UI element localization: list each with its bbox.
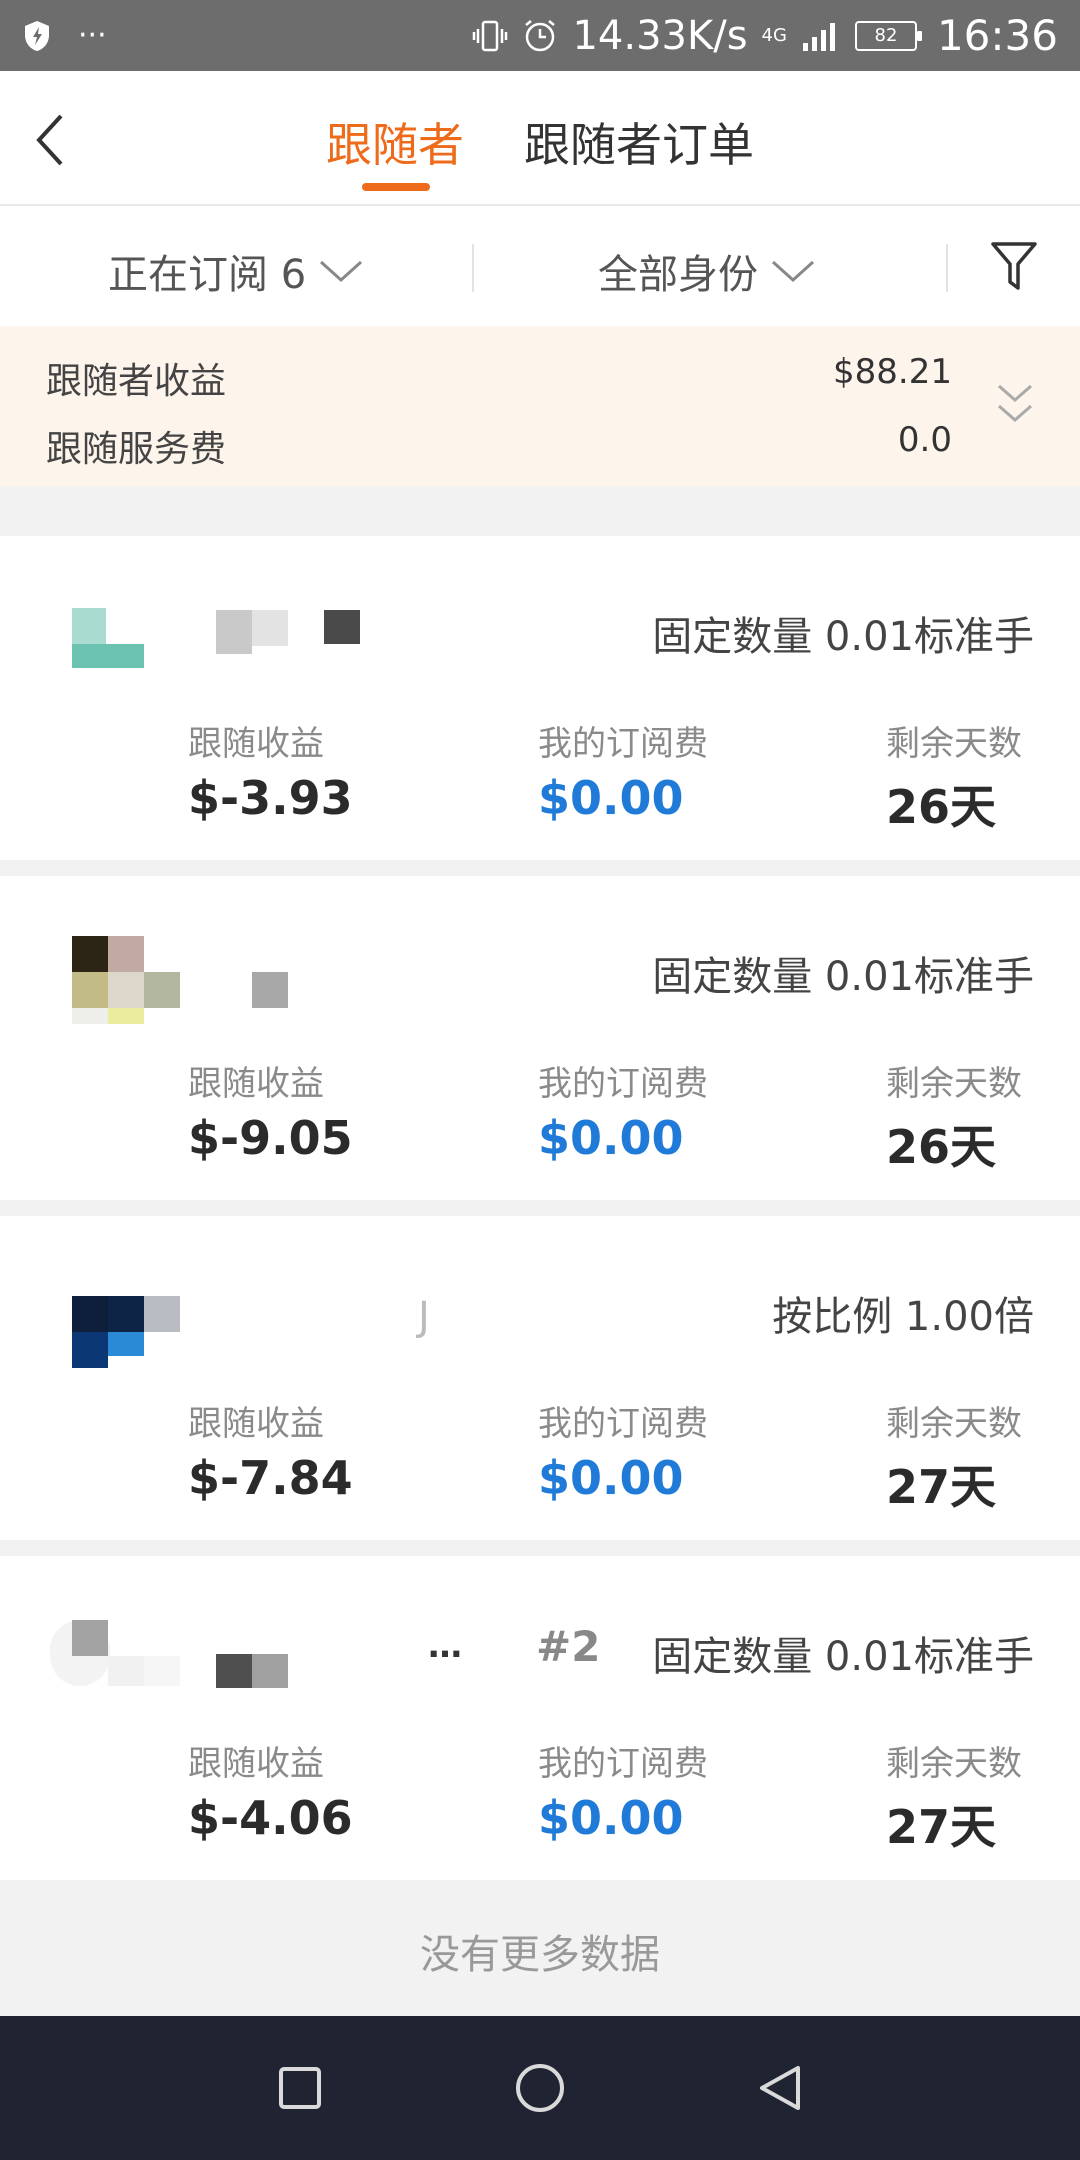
follow-earnings-value: $-4.06 <box>188 1791 353 1845</box>
days-left-value: 27天 <box>886 1800 997 1854</box>
follower-earnings-value: $88.21 <box>833 352 952 392</box>
days-left-label: 剩余天数 <box>886 1404 1022 1444</box>
active-tab-indicator <box>362 183 430 191</box>
subscription-filter[interactable]: 正在订阅 6 <box>108 242 364 300</box>
vibrate-icon <box>473 20 508 51</box>
tab-followers[interactable]: 跟随者 <box>326 109 464 175</box>
days-left-label: 剩余天数 <box>886 1064 1022 1104</box>
follower-card[interactable]: 固定数量 0.01标准手 跟随收益 $-9.05 我的订阅费 $0.00 剩余天… <box>0 876 1080 1200</box>
system-nav-bar <box>0 2016 1080 2160</box>
more-notifications-icon: ··· <box>78 18 107 53</box>
my-fee-label: 我的订阅费 <box>538 1064 708 1104</box>
status-bar: ··· 14.33K/s 4G 82 16:36 <box>0 0 1080 71</box>
follower-index-tag: #2 <box>536 1622 601 1671</box>
expand-icon[interactable] <box>994 378 1036 430</box>
days-left-value: 27天 <box>886 1460 997 1514</box>
back-nav-button[interactable] <box>745 2053 815 2123</box>
recent-apps-button[interactable] <box>265 2053 335 2123</box>
days-left-value: 26天 <box>886 780 997 834</box>
filter-icon[interactable] <box>990 240 1038 292</box>
back-button[interactable] <box>20 105 80 175</box>
follow-earnings-value: $-3.93 <box>188 771 353 825</box>
follower-name-fragment: J <box>418 1294 430 1340</box>
follow-mode: 固定数量 0.01标准手 <box>652 1634 1034 1680</box>
filter-bar: 正在订阅 6 全部身份 <box>0 206 1080 326</box>
follower-earnings-label: 跟随者收益 <box>46 361 227 402</box>
follow-earnings-value: $-9.05 <box>188 1111 353 1165</box>
follow-mode: 固定数量 0.01标准手 <box>652 614 1034 660</box>
follow-earnings-label: 跟随收益 <box>188 724 324 764</box>
identity-filter-label: 全部身份 <box>598 252 758 298</box>
my-fee-value: $0.00 <box>538 1451 684 1505</box>
network-type: 4G <box>761 24 787 46</box>
home-button[interactable] <box>505 2053 575 2123</box>
shield-icon <box>25 20 49 51</box>
follow-earnings-label: 跟随收益 <box>188 1744 324 1784</box>
my-fee-value: $0.00 <box>538 1111 684 1165</box>
circle-icon <box>516 2064 564 2112</box>
my-fee-value: $0.00 <box>538 1791 684 1845</box>
service-fee-value: 0.0 <box>897 420 952 460</box>
divider <box>946 244 948 292</box>
net-speed: 14.33K/s <box>572 12 748 59</box>
no-more-data-text: 没有更多数据 <box>420 1932 660 1978</box>
earnings-summary: 跟随者收益 $88.21 跟随服务费 0.0 <box>0 326 1080 486</box>
chevron-left-icon <box>36 114 63 166</box>
my-fee-label: 我的订阅费 <box>538 724 708 764</box>
days-left-value: 26天 <box>886 1120 997 1174</box>
battery-icon: 82 <box>854 20 922 51</box>
divider <box>472 244 474 292</box>
identity-filter[interactable]: 全部身份 <box>598 242 816 300</box>
chevron-down-icon <box>771 260 815 283</box>
follower-name-blurred: J <box>418 1294 430 1340</box>
clock: 16:36 <box>936 11 1058 60</box>
chevron-down-icon <box>320 260 363 283</box>
follow-earnings-value: $-7.84 <box>188 1451 353 1505</box>
days-left-label: 剩余天数 <box>886 724 1022 764</box>
days-left-label: 剩余天数 <box>886 1744 1022 1784</box>
my-fee-label: 我的订阅费 <box>538 1404 708 1444</box>
follow-mode: 按比例 1.00倍 <box>772 1294 1034 1340</box>
my-fee-label: 我的订阅费 <box>538 1744 708 1784</box>
tab-follower-orders[interactable]: 跟随者订单 <box>524 109 754 175</box>
signal-icon <box>802 22 835 51</box>
follower-card[interactable]: 固定数量 0.01标准手 跟随收益 $-3.93 我的订阅费 $0.00 剩余天… <box>0 536 1080 860</box>
follower-card[interactable]: J 按比例 1.00倍 跟随收益 $-7.84 我的订阅费 $0.00 剩余天数… <box>0 1216 1080 1540</box>
service-fee-label: 跟随服务费 <box>46 429 227 470</box>
subscription-filter-label: 正在订阅 6 <box>108 252 307 298</box>
follower-card[interactable]: … #2 固定数量 0.01标准手 跟随收益 $-4.06 我的订阅费 $0.0… <box>0 1556 1080 1880</box>
follow-earnings-label: 跟随收益 <box>188 1064 324 1104</box>
follow-earnings-label: 跟随收益 <box>188 1404 324 1444</box>
square-icon <box>279 2067 321 2109</box>
alarm-icon <box>525 19 556 51</box>
triangle-back-icon <box>760 2066 800 2110</box>
follower-name-fragment: … <box>428 1626 462 1666</box>
my-fee-value: $0.00 <box>538 771 684 825</box>
follow-mode: 固定数量 0.01标准手 <box>652 954 1034 1000</box>
battery-level: 82 <box>874 25 898 46</box>
app-header: 跟随者 跟随者订单 <box>0 71 1080 206</box>
